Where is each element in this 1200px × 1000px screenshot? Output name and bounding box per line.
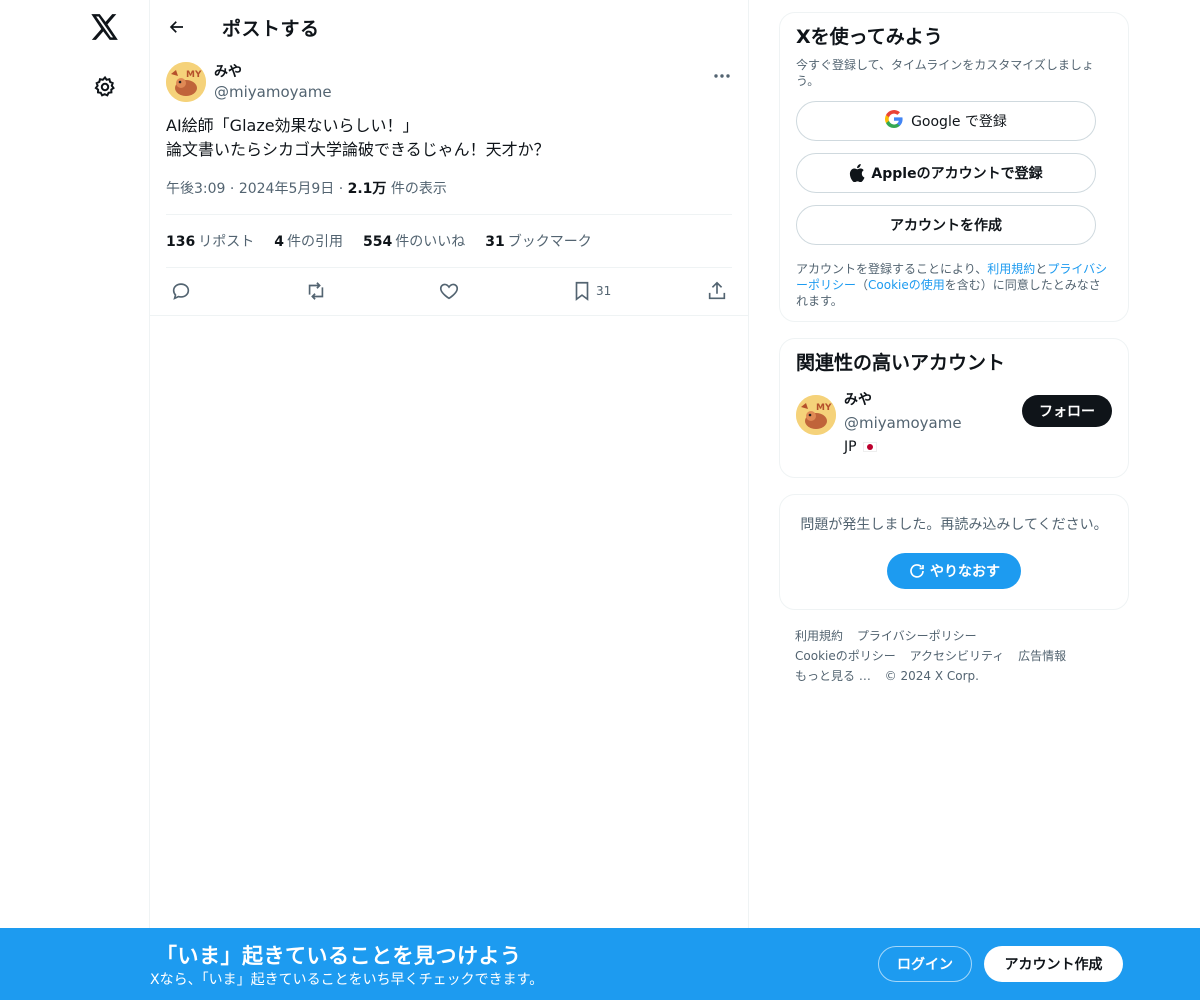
stat-reposts[interactable]: 136 リポスト bbox=[166, 231, 254, 251]
apple-signup-button[interactable]: Appleのアカウントで登録 bbox=[796, 153, 1096, 193]
main-column: ポストする MY みや @miyamoyame AI絵師「Glaze効果ないらし… bbox=[150, 0, 749, 1000]
avatar[interactable]: MY bbox=[796, 395, 836, 435]
footer-link-ads[interactable]: 広告情報 bbox=[1018, 649, 1066, 663]
apple-signup-label: Appleのアカウントで登録 bbox=[871, 166, 1043, 182]
author-name[interactable]: みや bbox=[214, 62, 332, 82]
bottom-bar-title: 「いま」起きていることを見つけよう bbox=[156, 944, 522, 968]
related-title: 関連性の高いアカウント bbox=[796, 352, 1006, 374]
related-location: JP bbox=[844, 435, 962, 459]
avatar[interactable]: MY bbox=[166, 62, 206, 102]
gear-icon[interactable] bbox=[90, 72, 120, 102]
legal-text-part: と bbox=[1035, 262, 1048, 276]
japan-flag-icon bbox=[862, 442, 877, 452]
post-text: AI絵師「Glaze効果ないらしい！」 論文書いたらシカゴ大学論破できるじゃん！… bbox=[150, 114, 748, 162]
bottom-signup-bar: 「いま」起きていることを見つけよう Xなら、「いま」起きていることをいち早くチェ… bbox=[0, 928, 1200, 1000]
post-text-line: AI絵師「Glaze効果ないらしい！」 bbox=[166, 116, 419, 135]
login-button[interactable]: ログイン bbox=[878, 946, 972, 982]
post-text-line: 論文書いたらシカゴ大学論破できるじゃん！天才か？ bbox=[166, 140, 550, 159]
post-author: MY みや @miyamoyame bbox=[150, 54, 748, 114]
author-handle[interactable]: @miyamoyame bbox=[214, 82, 332, 102]
location-text: JP bbox=[844, 439, 857, 455]
create-account-label: アカウントを作成 bbox=[890, 218, 1002, 234]
page-header: ポストする bbox=[150, 0, 748, 54]
apple-icon bbox=[849, 164, 865, 182]
back-arrow-icon[interactable] bbox=[166, 16, 188, 38]
meta-separator: · bbox=[338, 181, 344, 197]
footer-link-privacy[interactable]: プライバシーポリシー bbox=[857, 629, 977, 643]
post-time[interactable]: 午後3:09 bbox=[166, 181, 225, 197]
google-signup-button[interactable]: Google で登録 bbox=[796, 101, 1096, 141]
post-meta: 午後3:09 · 2024年5月9日 · 2.1万 件の表示 bbox=[150, 178, 748, 200]
google-icon bbox=[885, 110, 903, 132]
related-handle[interactable]: @miyamoyame bbox=[844, 411, 962, 435]
views-count: 2.1万 bbox=[347, 181, 387, 197]
error-card: 問題が発生しました。再読み込みしてください。 やりなおす bbox=[779, 494, 1129, 610]
like-icon[interactable] bbox=[438, 280, 460, 302]
footer-link-cookie[interactable]: Cookieのポリシー bbox=[795, 649, 896, 663]
x-logo-icon[interactable] bbox=[88, 10, 122, 44]
create-account-button[interactable]: アカウントを作成 bbox=[796, 205, 1096, 245]
signup-button[interactable]: アカウント作成 bbox=[984, 946, 1123, 982]
footer-link-accessibility[interactable]: アクセシビリティ bbox=[910, 649, 1005, 663]
reply-icon[interactable] bbox=[170, 280, 192, 302]
stat-quotes[interactable]: 4 件の引用 bbox=[274, 231, 343, 251]
related-accounts-card: 関連性の高いアカウント MY みや @miyamoyame JP フォロー bbox=[779, 338, 1129, 478]
signup-card: Xを使ってみよう 今すぐ登録して、タイムラインをカスタマイズしましょう。 Goo… bbox=[779, 12, 1129, 322]
page-title: ポストする bbox=[222, 17, 320, 40]
retry-button[interactable]: やりなおす bbox=[887, 553, 1021, 589]
svg-text:MY: MY bbox=[186, 70, 202, 80]
footer-link-more[interactable]: もっと見る … bbox=[795, 669, 871, 683]
retweet-icon[interactable] bbox=[304, 280, 328, 302]
error-message: 問題が発生しました。再読み込みしてください。 bbox=[800, 517, 1108, 533]
footer-copyright: © 2024 X Corp. bbox=[884, 669, 979, 683]
post-actions: 31 bbox=[150, 268, 748, 316]
bookmark-icon[interactable]: 31 bbox=[572, 280, 611, 302]
legal-text: アカウントを登録することにより、利用規約とプライバシーポリシー（Cookieの使… bbox=[796, 261, 1112, 309]
footer-links: 利用規約 プライバシーポリシー Cookieのポリシー アクセシビリティ 広告情… bbox=[779, 626, 1129, 686]
post-stats: 136 リポスト 4 件の引用 554 件のいいね 31 ブックマーク bbox=[150, 215, 748, 267]
stat-likes[interactable]: 554 件のいいね bbox=[363, 231, 465, 251]
footer-link-terms[interactable]: 利用規約 bbox=[795, 629, 843, 643]
signup-subtitle: 今すぐ登録して、タイムラインをカスタマイズしましょう。 bbox=[796, 58, 1094, 88]
retry-label: やりなおす bbox=[930, 564, 1000, 580]
related-account[interactable]: MY みや @miyamoyame JP フォロー bbox=[796, 389, 1112, 465]
left-rail bbox=[0, 0, 150, 1000]
meta-separator: · bbox=[229, 181, 235, 197]
signup-title: Xを使ってみよう bbox=[796, 26, 943, 48]
svg-text:MY: MY bbox=[816, 403, 832, 413]
legal-text-part: （ bbox=[856, 278, 869, 292]
right-sidebar: Xを使ってみよう 今すぐ登録して、タイムラインをカスタマイズしましょう。 Goo… bbox=[779, 12, 1129, 686]
legal-text-part: アカウントを登録することにより、 bbox=[796, 262, 988, 276]
terms-link[interactable]: 利用規約 bbox=[987, 262, 1035, 276]
cookie-link[interactable]: Cookieの使用 bbox=[868, 278, 945, 292]
google-signup-label: Google で登録 bbox=[911, 114, 1007, 130]
follow-button[interactable]: フォロー bbox=[1022, 395, 1112, 427]
related-name[interactable]: みや bbox=[844, 389, 962, 411]
stat-bookmarks[interactable]: 31 ブックマーク bbox=[485, 231, 591, 251]
bookmark-count: 31 bbox=[596, 284, 612, 298]
more-icon[interactable] bbox=[710, 64, 734, 88]
views-label: 件の表示 bbox=[390, 181, 447, 197]
refresh-icon bbox=[910, 564, 924, 578]
post-date[interactable]: 2024年5月9日 bbox=[239, 181, 334, 197]
share-icon[interactable] bbox=[706, 280, 728, 302]
bottom-bar-subtitle: Xなら、「いま」起きていることをいち早くチェックできます。 bbox=[150, 972, 544, 988]
